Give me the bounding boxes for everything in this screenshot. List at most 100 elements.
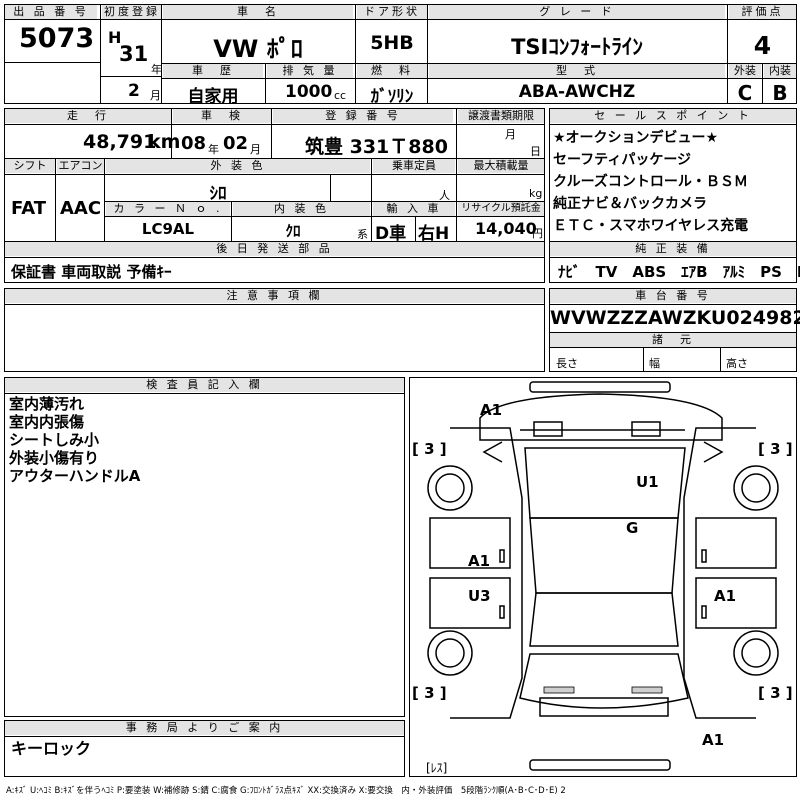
car-diagram: [ 3 ] [ 3 ] [ 3 ] [ 3 ] [ﾚｽ] A1 U1 G A1 … xyxy=(409,377,797,777)
plate-number: 筑豊 331Ｔ880 xyxy=(305,136,448,158)
vin-label: 車 台 番 号 xyxy=(550,289,796,303)
displacement: 1000 xyxy=(285,82,333,102)
exterior-label: 外装 xyxy=(729,64,761,78)
shift: FAT xyxy=(11,198,47,219)
score: 4 xyxy=(753,31,772,60)
sales-points-label: セ ー ル ス ポ イ ン ト xyxy=(550,109,796,123)
accessories-label: 後 日 発 送 部 品 xyxy=(5,242,544,256)
specs-label: 諸 元 xyxy=(550,333,796,347)
tire-rear-right: [ 3 ] xyxy=(758,684,793,702)
import-label: 輸 入 車 xyxy=(373,202,455,216)
inspector-block: 検 査 員 記 入 欄 室内薄汚れ 室内内張傷 シートしみ小 外装小傷有り アウ… xyxy=(4,377,405,717)
sales-point-5: ＥＴＣ・スマホワイヤレス充電 xyxy=(553,218,749,234)
damage-mark-glass: G xyxy=(626,519,639,537)
damage-mark-rear: A1 xyxy=(702,731,725,749)
color-no-label: カ ラ ー Ｎ ｏ . xyxy=(106,202,230,216)
shift-label: シフト xyxy=(5,159,55,173)
inspection-year-unit: 年 xyxy=(208,143,219,156)
reg-year: 31 xyxy=(119,42,149,66)
tire-rear-left: [ 3 ] xyxy=(412,684,447,702)
notes-label: 注 意 事 項 欄 xyxy=(5,289,544,303)
model-label: 型 式 xyxy=(429,64,725,78)
recycle-fee: 14,040 xyxy=(475,219,537,238)
legend: A:ｷｽﾞ U:ﾍｺﾐ B:ｷｽﾞを伴うﾍｺﾐ P:要塗装 W:補修跡 S:錆 … xyxy=(6,786,566,796)
damage-mark-front: A1 xyxy=(480,401,503,419)
lot-number: 5073 xyxy=(19,23,95,54)
spare-tire: [ﾚｽ] xyxy=(426,761,448,775)
damage-mark-right-rear-door: A1 xyxy=(714,587,737,605)
office-block: 事 務 局 よ り ご 案 内 キーロック xyxy=(4,720,405,777)
accessories: 保証書 車両取説 予備ｷｰ xyxy=(11,263,172,281)
grade: TSIｺﾝﾌｫｰﾄﾗｲﾝ xyxy=(511,35,643,59)
sales-points-block: セ ー ル ス ポ イ ン ト ★オークションデビュー★ セーフティパッケージ … xyxy=(549,108,800,283)
mileage-label: 走 行 xyxy=(5,109,171,123)
spec-width: 幅 xyxy=(649,357,660,370)
model: ABA-AWCHZ xyxy=(518,82,636,102)
interior-color-label: 内 装 色 xyxy=(233,202,370,216)
damage-mark-left-rear-door: U3 xyxy=(468,587,491,605)
exterior-score: C xyxy=(737,81,753,105)
plate-label: 登 録 番 号 xyxy=(273,109,453,123)
inspection-year: 08 xyxy=(181,133,207,154)
interior-score: B xyxy=(772,81,788,105)
vin-block: 車 台 番 号 WVWZZZAWZKU024982 諸 元 長さ 幅 高さ xyxy=(549,288,800,372)
vin: WVWZZZAWZKU024982 xyxy=(550,307,800,329)
car-name: VW ﾎﾟﾛ xyxy=(213,35,303,63)
tire-front-right: [ 3 ] xyxy=(758,440,793,458)
load-label: 最大積載量 xyxy=(458,159,544,173)
history: 自家用 xyxy=(187,87,239,107)
inspector-note-1: 室内薄汚れ xyxy=(9,395,85,413)
interior-color-unit: 系 xyxy=(357,228,368,241)
spec-height: 高さ xyxy=(726,357,748,370)
notes-block: 注 意 事 項 欄 xyxy=(4,288,545,372)
equipment-label: 純 正 装 備 xyxy=(550,242,796,256)
office-note: キーロック xyxy=(11,739,92,758)
sales-point-1: ★オークションデビュー★ xyxy=(553,130,719,146)
inspection-month-unit: 月 xyxy=(250,143,261,156)
reg-month: 2 xyxy=(128,81,140,101)
transfer-day-unit: 日 xyxy=(530,145,541,158)
color-label: 外 装 色 xyxy=(106,159,370,173)
recycle-label: リサイクル預託金 xyxy=(458,202,544,216)
car-name-label: 車 名 xyxy=(163,5,353,19)
sales-point-4: 純正ナビ＆バックカメラ xyxy=(553,196,707,212)
inspection-label: 車 検 xyxy=(173,109,271,123)
transfer-label: 譲渡書類期限 xyxy=(458,109,544,123)
equipment: ﾅﾋﾞ TV ABS ｴｱB ｱﾙﾐ PS PW xyxy=(558,263,800,281)
inspector-note-4: 外装小傷有り xyxy=(9,449,100,467)
mileage-unit: km xyxy=(148,131,181,153)
ac-label: エアコン xyxy=(57,159,104,173)
transfer-month-unit: 月 xyxy=(505,128,516,141)
color-number: LC9AL xyxy=(141,220,195,238)
damage-mark-roof: U1 xyxy=(636,473,659,491)
header-row: 出 品 番 号 5073 初度登録 H 31 年 2 月 車 名 VW ﾎﾟﾛ … xyxy=(4,4,797,107)
vehicle-detail-block: 走 行 48,791 km 車 検 08 年 02 月 登 録 番 号 筑豊 3… xyxy=(4,108,545,283)
inspector-note-5: アウターハンドルA xyxy=(9,467,141,485)
interior-label: 内装 xyxy=(764,64,796,78)
month-unit: 月 xyxy=(150,89,161,102)
load-unit: kg xyxy=(529,187,543,200)
inspection-month: 02 xyxy=(223,133,249,154)
displacement-unit: cc xyxy=(334,89,347,102)
capacity-label: 乗車定員 xyxy=(373,159,455,173)
inspector-label: 検 査 員 記 入 欄 xyxy=(5,378,404,392)
inspector-note-3: シートしみ小 xyxy=(9,431,100,449)
recycle-unit: 円 xyxy=(532,227,543,240)
mileage: 48,791 xyxy=(83,131,157,153)
door-type: 5HB xyxy=(370,32,414,54)
ac: AAC xyxy=(60,198,102,219)
interior-color: ｸﾛ xyxy=(285,222,301,240)
spec-length: 長さ xyxy=(556,357,578,370)
lot-label: 出 品 番 号 xyxy=(5,5,97,19)
score-label: 評価点 xyxy=(729,5,796,19)
fuel-label: 燃 料 xyxy=(357,64,427,78)
history-label: 車 歴 xyxy=(163,64,263,78)
inspector-note-2: 室内内張傷 xyxy=(9,413,85,431)
door-label: ドア形状 xyxy=(357,5,427,19)
sales-point-3: クルーズコントロール・ＢＳＭ xyxy=(553,174,748,190)
first-reg-label: 初度登録 xyxy=(102,5,162,19)
damage-mark-left-front-door: A1 xyxy=(468,552,491,570)
grade-label: グ レ ー ド xyxy=(429,5,725,19)
sales-point-2: セーフティパッケージ xyxy=(553,152,692,168)
car-outline-diagram xyxy=(427,381,779,771)
